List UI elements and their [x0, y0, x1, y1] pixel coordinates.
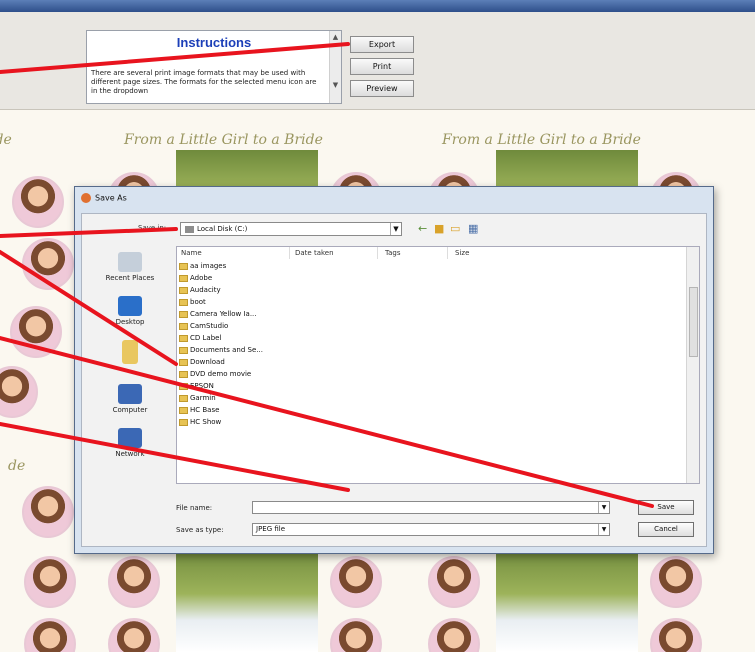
- folder-icon: [179, 298, 188, 306]
- back-icon[interactable]: ←: [418, 222, 427, 235]
- portrait-photo: [330, 618, 382, 652]
- file-list[interactable]: Name Date taken Tags Size aa images Adob…: [176, 246, 700, 484]
- portrait-photo: [108, 618, 160, 652]
- folder-icon: [179, 262, 188, 270]
- list-item[interactable]: CamStudio: [179, 321, 289, 331]
- save-as-type-label: Save as type:: [176, 526, 224, 534]
- list-item[interactable]: Audacity: [179, 285, 289, 295]
- portrait-photo: [428, 556, 480, 608]
- new-folder-icon[interactable]: ▭: [450, 222, 460, 235]
- drive-icon: [185, 225, 194, 233]
- file-name-label: File name:: [176, 504, 213, 512]
- folder-icon: [179, 322, 188, 330]
- save-as-type-select[interactable]: JPEG file ▼: [252, 523, 610, 536]
- scroll-up-icon[interactable]: ▲: [333, 33, 338, 41]
- network-icon: [118, 428, 142, 448]
- dialog-titlebar: Save As: [81, 193, 127, 207]
- window-titlebar: [0, 0, 755, 12]
- instructions-title: Instructions: [176, 35, 252, 50]
- list-item[interactable]: HC Base: [179, 405, 289, 415]
- portrait-photo: [650, 556, 702, 608]
- export-button[interactable]: Export: [350, 36, 414, 53]
- dialog-body: Save in: Local Disk (C:) ▼ ← ■ ▭ ▦ Recen…: [81, 213, 707, 547]
- place-desktop[interactable]: Desktop: [86, 296, 174, 326]
- scrollbar-thumb[interactable]: [689, 287, 698, 357]
- column-header-size[interactable]: Size: [455, 249, 469, 257]
- list-item[interactable]: boot: [179, 297, 289, 307]
- list-item[interactable]: Garmin: [179, 393, 289, 403]
- list-item[interactable]: EPSON: [179, 381, 289, 391]
- portrait-photo: [10, 306, 62, 358]
- list-item[interactable]: Download: [179, 357, 289, 367]
- folder-icon: [179, 406, 188, 414]
- list-item[interactable]: CD Label: [179, 333, 289, 343]
- page-caption-fragment: ide: [0, 132, 12, 148]
- list-item[interactable]: Documents and Se...: [179, 345, 289, 355]
- folder-icon: [179, 346, 188, 354]
- column-header-name[interactable]: Name: [181, 249, 202, 257]
- folder-icon: [179, 358, 188, 366]
- place-network[interactable]: Network: [86, 428, 174, 458]
- list-item[interactable]: DVD demo movie: [179, 369, 289, 379]
- column-header-tags[interactable]: Tags: [385, 249, 401, 257]
- file-name-input[interactable]: ▼: [252, 501, 610, 514]
- instructions-scrollbar[interactable]: ▲ ▼: [329, 31, 341, 103]
- instructions-text: There are several print image formats th…: [91, 69, 317, 95]
- portrait-photo: [330, 556, 382, 608]
- up-folder-icon[interactable]: ■: [434, 222, 444, 235]
- list-item[interactable]: Camera Yellow Ia...: [179, 309, 289, 319]
- computer-icon: [118, 384, 142, 404]
- place-recent-places[interactable]: Recent Places: [86, 252, 174, 282]
- place-documents[interactable]: [86, 340, 174, 366]
- desktop-icon: [118, 296, 142, 316]
- place-computer[interactable]: Computer: [86, 384, 174, 414]
- chevron-down-icon[interactable]: ▼: [598, 524, 609, 535]
- save-in-value: Local Disk (C:): [197, 225, 248, 233]
- list-item[interactable]: HC Show: [179, 417, 289, 427]
- save-as-dialog: Save As Save in: Local Disk (C:) ▼ ← ■ ▭…: [74, 186, 714, 554]
- folder-icon: [179, 274, 188, 282]
- print-button[interactable]: Print: [350, 58, 414, 75]
- instructions-panel: Instructions There are several print ima…: [86, 30, 342, 104]
- photo-bride: [176, 546, 318, 652]
- recent-places-icon: [118, 252, 142, 272]
- chevron-down-icon[interactable]: ▼: [390, 223, 401, 235]
- cancel-button[interactable]: Cancel: [638, 522, 694, 537]
- folder-icon: [179, 286, 188, 294]
- portrait-photo: [24, 618, 76, 652]
- column-header-date-taken[interactable]: Date taken: [295, 249, 334, 257]
- app-icon: [81, 193, 91, 203]
- chevron-down-icon[interactable]: ▼: [598, 502, 609, 513]
- folder-icon: [179, 310, 188, 318]
- save-in-dropdown[interactable]: Local Disk (C:) ▼: [180, 222, 402, 236]
- preview-button[interactable]: Preview: [350, 80, 414, 97]
- portrait-photo: [428, 618, 480, 652]
- portrait-photo: [12, 176, 64, 228]
- save-button[interactable]: Save: [638, 500, 694, 515]
- list-item[interactable]: Adobe: [179, 273, 289, 283]
- file-list-scrollbar[interactable]: [686, 247, 699, 483]
- folder-icon: [179, 418, 188, 426]
- folder-icon: [179, 334, 188, 342]
- page-caption: From a Little Girl to a Bride: [124, 132, 323, 148]
- portrait-photo: [108, 556, 160, 608]
- folder-icon: [179, 382, 188, 390]
- portrait-photo: [0, 366, 38, 418]
- documents-icon: [122, 340, 138, 364]
- portrait-photo: [24, 556, 76, 608]
- views-menu-icon[interactable]: ▦: [468, 222, 478, 235]
- portrait-photo: [650, 618, 702, 652]
- photo-bride: [496, 546, 638, 652]
- save-in-label: Save in:: [138, 224, 167, 232]
- portrait-photo: [22, 486, 74, 538]
- list-item[interactable]: aa images: [179, 261, 289, 271]
- dialog-title: Save As: [95, 193, 127, 203]
- page-caption-fragment: de: [8, 458, 26, 474]
- page-caption: From a Little Girl to a Bride: [442, 132, 641, 148]
- folder-icon: [179, 394, 188, 402]
- places-bar: Recent Places Desktop Computer Network: [86, 246, 174, 474]
- portrait-photo: [22, 238, 74, 290]
- folder-icon: [179, 370, 188, 378]
- scroll-down-icon[interactable]: ▼: [333, 81, 338, 89]
